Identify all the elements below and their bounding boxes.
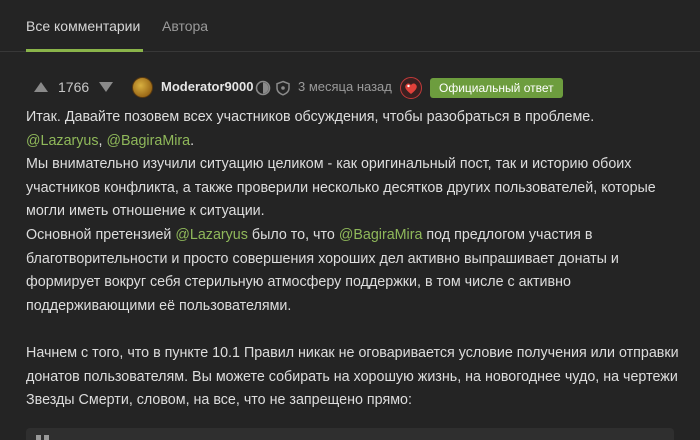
upvote-arrow-icon[interactable] bbox=[30, 76, 52, 98]
comment-line: Основной претензией @Lazaryus было то, ч… bbox=[26, 224, 686, 248]
comment-line: Начнем с того, что в пункте 10.1 Правил … bbox=[26, 344, 679, 361]
upvote-button[interactable] bbox=[30, 76, 52, 98]
mention-link[interactable]: @BagiraMira bbox=[106, 133, 190, 149]
comment-tabs: Все комментарии Автора bbox=[0, 0, 700, 52]
comment-author[interactable]: Moderator9000 bbox=[161, 79, 253, 94]
comment-line: могли иметь отношение к ситуации. bbox=[26, 203, 265, 220]
avatar[interactable] bbox=[132, 77, 153, 98]
mention-link[interactable]: @BagiraMira bbox=[339, 227, 423, 243]
comment-header: 1766 Moderator9000 3 месяца назад Официа… bbox=[0, 76, 700, 100]
shield-icon bbox=[275, 80, 291, 96]
mention-link[interactable]: @Lazaryus bbox=[175, 227, 248, 243]
comment-body: Итак. Давайте позовем всех участников об… bbox=[26, 106, 686, 413]
text-fragment: было то, что bbox=[247, 226, 339, 243]
comment-line: донатов пользователям. Вы можете собират… bbox=[26, 368, 678, 385]
text-fragment: Основной претензией bbox=[26, 226, 176, 243]
comment-line: Мы внимательно изучили ситуацию целиком … bbox=[26, 156, 632, 173]
comment-line: @Lazaryus, @BagiraMira. bbox=[26, 130, 686, 154]
comment-rating: 1766 bbox=[58, 79, 90, 95]
text-fragment: . bbox=[190, 132, 195, 149]
blockquote bbox=[26, 428, 674, 440]
official-answer-badge: Официальный ответ bbox=[430, 78, 563, 98]
quote-icon bbox=[36, 432, 50, 440]
verified-icon bbox=[255, 80, 271, 96]
downvote-arrow-icon[interactable] bbox=[95, 76, 117, 98]
text-fragment: под предлогом участия в bbox=[422, 226, 593, 243]
mention-link[interactable]: @Lazaryus bbox=[26, 133, 99, 149]
comment-time: 3 месяца назад bbox=[298, 79, 392, 94]
comment-line: Итак. Давайте позовем всех участников об… bbox=[26, 109, 595, 125]
tab-all-comments[interactable]: Все комментарии bbox=[26, 18, 140, 34]
tab-author[interactable]: Автора bbox=[162, 18, 208, 34]
downvote-button[interactable] bbox=[95, 76, 117, 98]
comment-line: поддерживающими её пользователями. bbox=[26, 297, 292, 314]
active-tab-indicator bbox=[26, 49, 143, 52]
heart-badge-icon bbox=[400, 77, 422, 99]
comment-line: участников конфликта, а также проверили … bbox=[26, 179, 656, 196]
comment-line: Звезды Смерти, словом, на все, что не за… bbox=[26, 392, 412, 409]
comment-line: благотворительности и просто совершения … bbox=[26, 250, 619, 267]
comment-line: формирует вокруг себя стерильную атмосфе… bbox=[26, 274, 571, 291]
